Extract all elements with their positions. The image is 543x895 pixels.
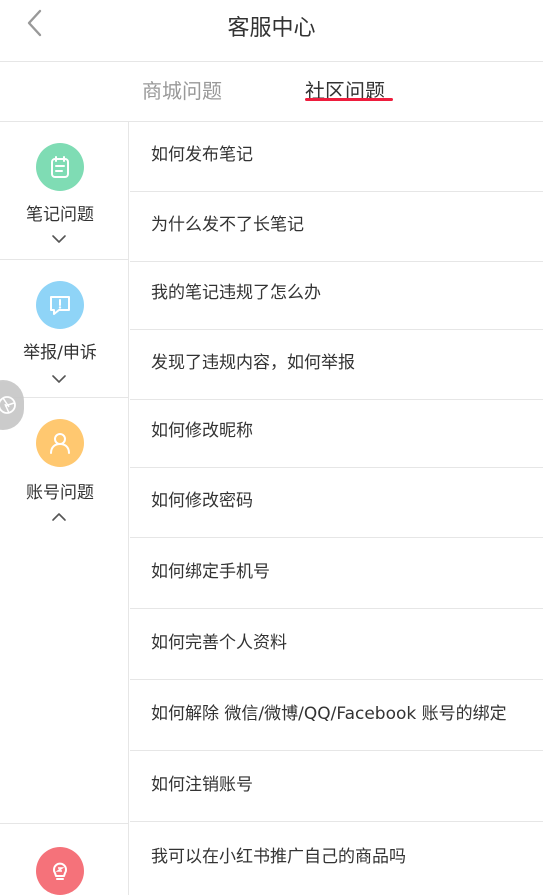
list-item[interactable]: 我的笔记违规了怎么办 — [130, 260, 543, 330]
category-notes[interactable]: 笔记问题 — [0, 122, 128, 260]
question-text: 如何解除 微信/微博/QQ/Facebook 账号的绑定 — [151, 704, 507, 724]
category-promotion[interactable] — [0, 824, 128, 895]
note-icon — [36, 143, 84, 191]
list-item[interactable]: 如何完善个人资料 — [130, 610, 543, 680]
category-report[interactable]: 举报/申诉 — [0, 260, 128, 398]
report-icon — [36, 281, 84, 329]
list-item[interactable]: 发现了违规内容，如何举报 — [130, 330, 543, 400]
tab-mall-questions[interactable]: 商城问题 — [142, 75, 222, 104]
question-text: 如何注销账号 — [151, 775, 253, 795]
list-item[interactable]: 如何注销账号 — [130, 752, 543, 822]
question-text: 我可以在小红书推广自己的商品吗 — [151, 847, 406, 867]
question-text: 如何修改密码 — [151, 491, 253, 511]
list-item[interactable]: 为什么发不了长笔记 — [130, 192, 543, 262]
list-item[interactable]: 我可以在小红书推广自己的商品吗 — [130, 824, 543, 894]
question-text: 我的笔记违规了怎么办 — [151, 283, 321, 303]
list-item[interactable]: 如何解除 微信/微博/QQ/Facebook 账号的绑定 — [130, 681, 543, 751]
active-tab-indicator — [305, 98, 393, 101]
list-item[interactable]: 如何修改昵称 — [130, 398, 543, 468]
chevron-down-icon — [50, 230, 68, 243]
page-title: 客服中心 — [227, 16, 316, 41]
category-sidebar: 笔记问题 举报/申诉 账号问题 — [0, 122, 129, 895]
category-label: 举报/申诉 — [23, 343, 97, 363]
category-label: 账号问题 — [26, 483, 94, 503]
aperture-icon — [0, 396, 16, 414]
category-label: 笔记问题 — [26, 205, 94, 225]
list-item[interactable]: 如何发布笔记 — [130, 122, 543, 192]
bulb-icon — [36, 847, 84, 895]
list-item[interactable]: 如何修改密码 — [130, 468, 543, 538]
user-icon — [36, 419, 84, 467]
list-item[interactable]: 如何绑定手机号 — [130, 539, 543, 609]
question-text: 发现了违规内容，如何举报 — [151, 353, 355, 373]
question-text: 为什么发不了长笔记 — [151, 215, 304, 235]
question-text: 如何绑定手机号 — [151, 562, 270, 582]
chevron-down-icon — [50, 370, 68, 383]
chevron-up-icon — [50, 508, 68, 521]
question-text: 如何修改昵称 — [151, 421, 253, 441]
header-bar: 客服中心 — [0, 0, 543, 62]
tab-bar: 商城问题 社区问题 — [0, 62, 543, 122]
question-text: 如何发布笔记 — [151, 145, 253, 165]
category-account[interactable]: 账号问题 — [0, 398, 128, 824]
question-text: 如何完善个人资料 — [151, 633, 287, 653]
